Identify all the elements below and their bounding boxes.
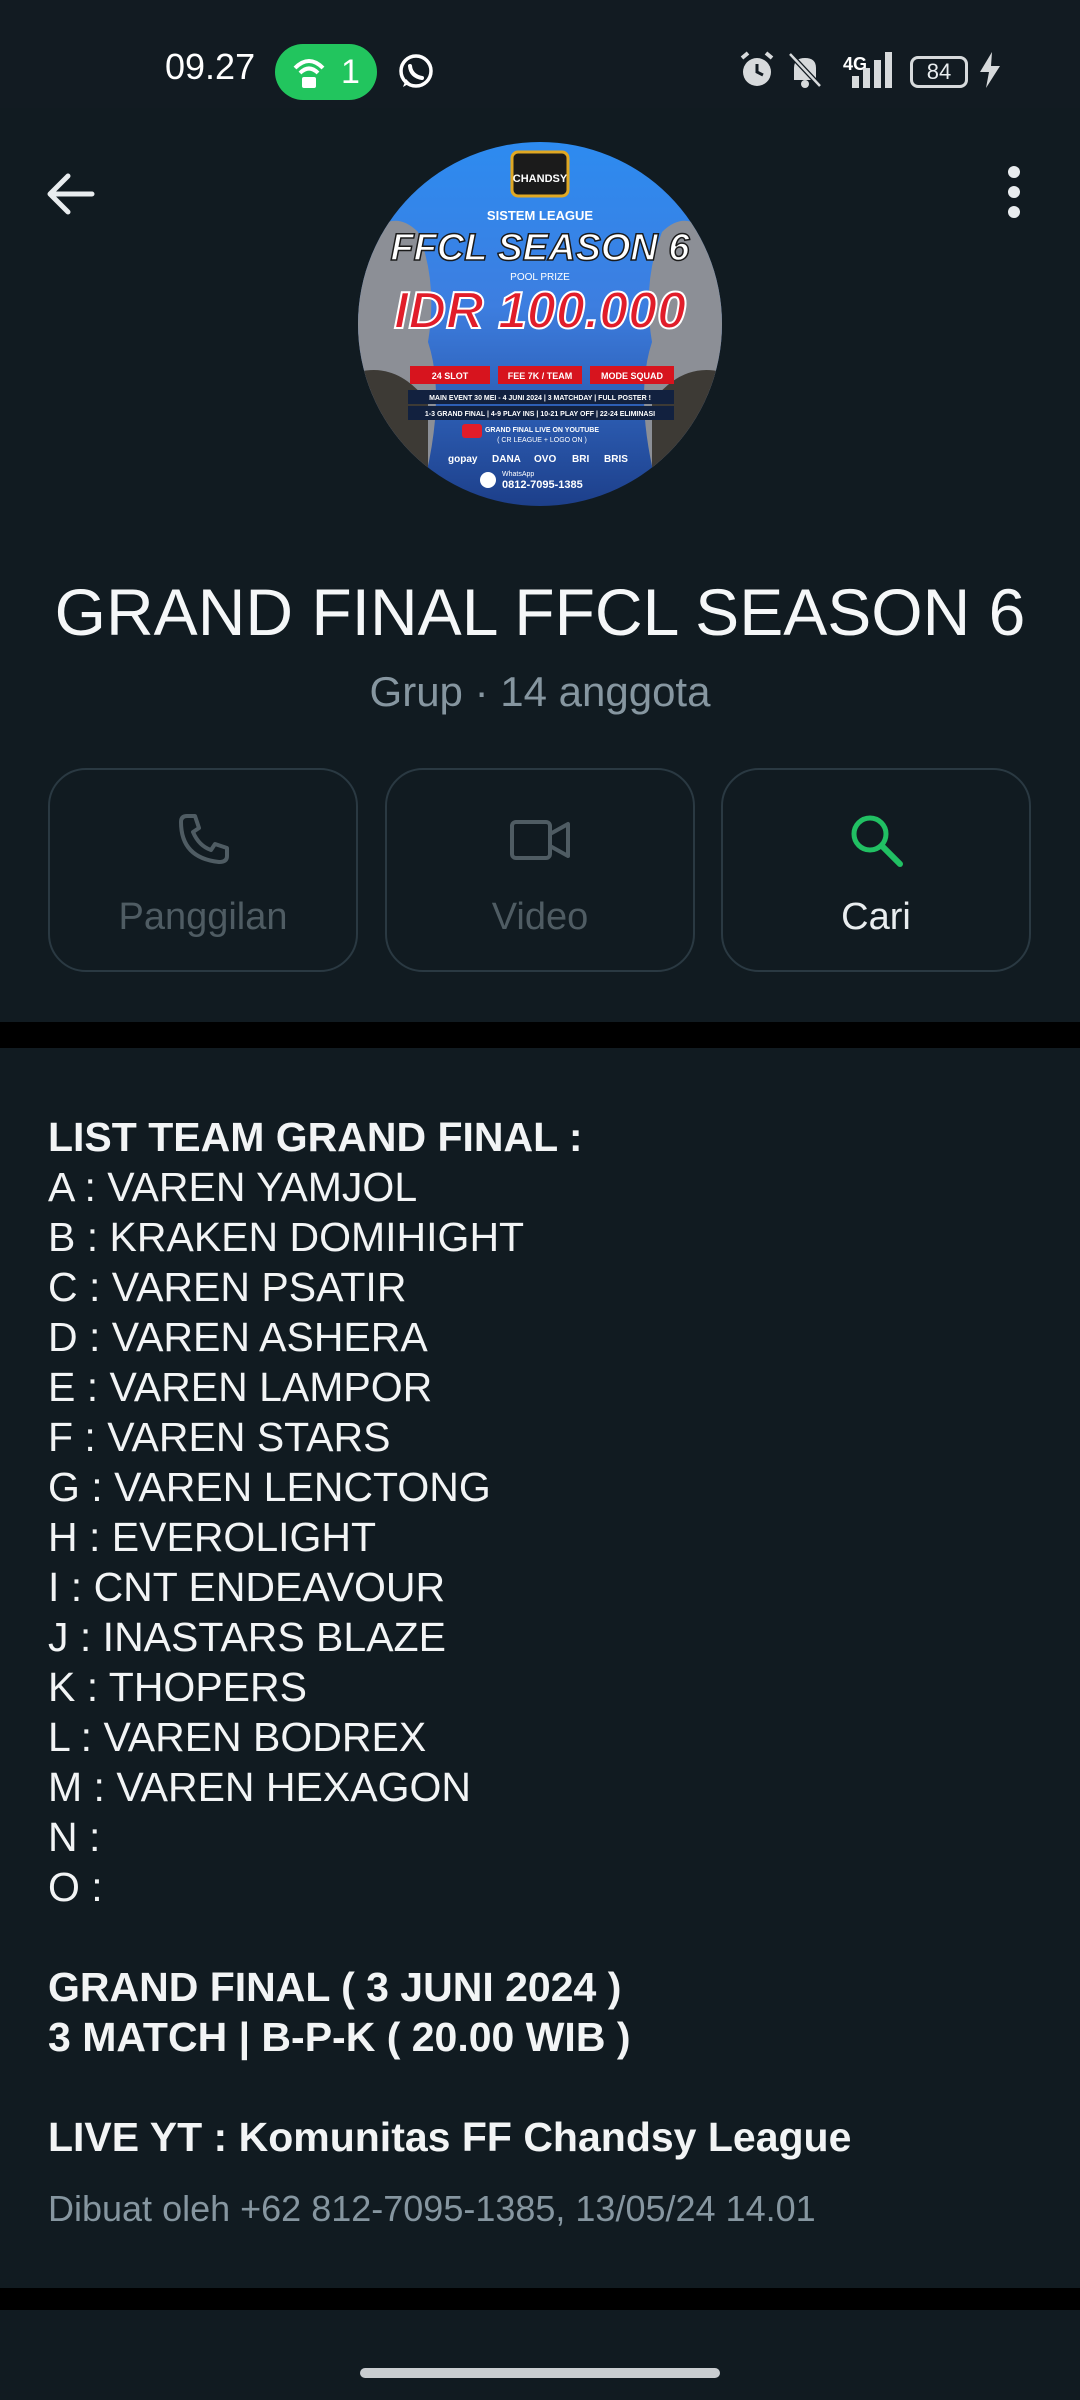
svg-text:MAIN EVENT 30 MEI - 4 JUNI 202: MAIN EVENT 30 MEI - 4 JUNI 2024 | 3 MATC…	[429, 395, 651, 402]
voice-call-label: Panggilan	[118, 896, 288, 938]
voice-call-button[interactable]: Panggilan	[48, 768, 358, 972]
group-member-count: Grup · 14 anggota	[369, 668, 711, 715]
search-button[interactable]: Cari	[721, 768, 1031, 972]
group-description: LIST TEAM GRAND FINAL :A : VAREN YAMJOL B…	[0, 1048, 1080, 2288]
team-entry: E : VAREN LAMPOR	[48, 1364, 433, 1410]
svg-text:gopay: gopay	[448, 454, 478, 465]
team-entry: G : VAREN LENCTONG	[48, 1464, 491, 1510]
mute-notification-icon	[788, 52, 822, 88]
team-entry: H : EVEROLIGHT	[48, 1514, 377, 1560]
battery-indicator: 84	[910, 56, 968, 88]
alarm-icon	[740, 51, 774, 86]
team-entry: I : CNT ENDEAVOUR	[48, 1564, 446, 1610]
section-divider-bottom	[0, 2288, 1080, 2310]
group-avatar-poster: CHANDSY SISTEM LEAGUE FFCL SEASON 6 POOL…	[358, 150, 722, 506]
description-text: LIST TEAM GRAND FINAL :A : VAREN YAMJOL B…	[48, 1112, 1038, 2162]
status-time: 09.27	[165, 46, 256, 87]
group-name: GRAND FINAL FFCL SEASON 6	[54, 575, 1026, 649]
search-label: Cari	[841, 896, 911, 938]
svg-text:FFCL SEASON 6: FFCL SEASON 6	[390, 227, 690, 269]
svg-text:0812-7095-1385: 0812-7095-1385	[502, 479, 583, 491]
video-icon	[510, 820, 570, 860]
team-entry: J : INASTARS BLAZE	[48, 1614, 446, 1660]
svg-text:BRIS: BRIS	[604, 454, 628, 465]
team-entry: C : VAREN PSATIR	[48, 1264, 407, 1310]
team-list-heading: LIST TEAM GRAND FINAL :	[48, 1114, 583, 1160]
svg-text:GRAND FINAL LIVE ON YOUTUBE: GRAND FINAL LIVE ON YOUTUBE	[485, 427, 599, 434]
team-entry: M : VAREN HEXAGON	[48, 1764, 471, 1810]
hotspot-count: 1	[341, 53, 360, 91]
section-divider	[0, 1022, 1080, 1048]
team-entry: L : VAREN BODREX	[48, 1714, 427, 1760]
team-entry: A : VAREN YAMJOL	[48, 1164, 418, 1210]
svg-text:DANA: DANA	[492, 454, 521, 465]
video-call-label: Video	[491, 896, 589, 938]
live-youtube-info: LIVE YT : Komunitas FF Chandsy League	[48, 2114, 852, 2160]
svg-text:( CR LEAGUE + LOGO ON ): ( CR LEAGUE + LOGO ON )	[497, 437, 587, 444]
charging-icon	[980, 52, 1000, 88]
video-call-button[interactable]: Video	[385, 768, 695, 972]
grand-final-date: GRAND FINAL ( 3 JUNI 2024 )	[48, 1964, 622, 2010]
team-entry: F : VAREN STARS	[48, 1414, 391, 1460]
search-icon	[851, 815, 903, 867]
more-options-icon[interactable]	[990, 164, 1038, 224]
svg-text:1-3 GRAND FINAL | 4-9 PLAY INS: 1-3 GRAND FINAL | 4-9 PLAY INS | 10-21 P…	[425, 411, 655, 418]
svg-text:BRI: BRI	[572, 454, 589, 465]
next-section-edge	[0, 2310, 1080, 2400]
brand-logo-text: CHANDSY	[513, 173, 568, 185]
status-bar: 09.27 1 4G 84	[0, 0, 1080, 108]
phone-icon	[179, 814, 229, 864]
svg-text:SISTEM LEAGUE: SISTEM LEAGUE	[487, 208, 594, 223]
created-by-info: Dibuat oleh +62 812-7095-1385, 13/05/24 …	[48, 2188, 816, 2229]
back-arrow-icon[interactable]	[40, 164, 100, 224]
whatsapp-notification-icon	[399, 54, 433, 88]
group-avatar[interactable]: CHANDSY SISTEM LEAGUE FFCL SEASON 6 POOL…	[358, 142, 722, 506]
svg-text:WhatsApp: WhatsApp	[502, 471, 534, 478]
svg-text:IDR 100.000: IDR 100.000	[394, 282, 686, 340]
team-entry: D : VAREN ASHERA	[48, 1314, 428, 1360]
team-entry: O :	[48, 1864, 103, 1910]
hotspot-pill[interactable]: 1	[275, 44, 377, 100]
grand-final-schedule: 3 MATCH | B-P-K ( 20.00 WIB )	[48, 2014, 631, 2060]
team-entry: B : KRAKEN DOMIHIGHT	[48, 1214, 525, 1260]
home-gesture-bar[interactable]	[360, 2368, 720, 2378]
team-entry: N :	[48, 1814, 101, 1860]
group-info-header: CHANDSY SISTEM LEAGUE FFCL SEASON 6 POOL…	[0, 108, 1080, 1022]
svg-text:OVO: OVO	[534, 454, 556, 465]
svg-text:24 SLOT: 24 SLOT	[432, 371, 469, 381]
svg-text:FEE 7K / TEAM: FEE 7K / TEAM	[508, 371, 573, 381]
svg-text:MODE SQUAD: MODE SQUAD	[601, 371, 664, 381]
signal-icon	[852, 52, 892, 88]
team-entry: K : THOPERS	[48, 1664, 307, 1710]
hotspot-icon	[293, 59, 325, 88]
